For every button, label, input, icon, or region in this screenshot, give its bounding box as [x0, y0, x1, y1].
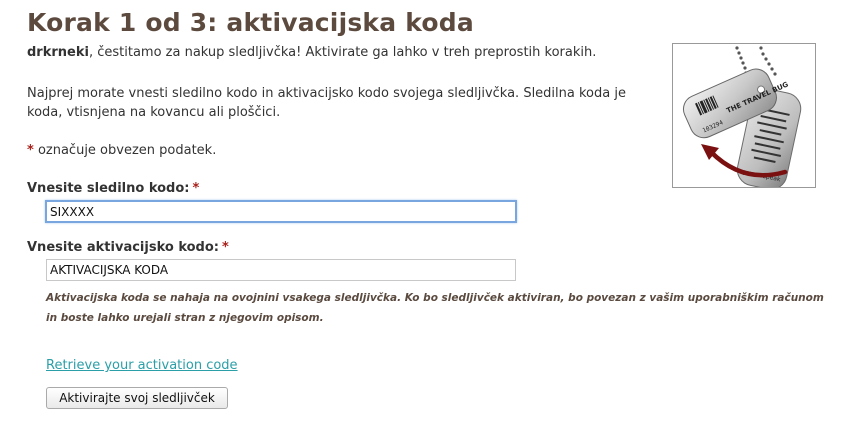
retrieve-activation-code-link[interactable]: Retrieve your activation code	[46, 358, 238, 373]
dog-tag-illustration: groundspeak THE TRAVEL BUG 103294	[682, 46, 802, 187]
activation-code-hint: Aktivacijska koda se nahaja na ovojnini …	[46, 292, 824, 324]
required-note: * označuje obvezen podatek.	[27, 143, 216, 158]
required-note-text: označuje obvezen podatek.	[33, 143, 217, 158]
tracking-code-label-text: Vnesite sledilno kodo:	[27, 181, 190, 196]
activation-code-label-text: Vnesite aktivacijsko kodo:	[27, 240, 219, 255]
username: drkrneki	[27, 45, 89, 60]
tracking-code-label: Vnesite sledilno kodo: *	[27, 181, 199, 196]
activate-trackable-button[interactable]: Aktivirajte svoj sledljivček	[46, 387, 228, 409]
activation-code-input[interactable]	[46, 259, 516, 281]
activation-code-label: Vnesite aktivacijsko kodo: *	[27, 240, 229, 255]
instructions-text: Najprej morate vnesti sledilno kodo in a…	[27, 86, 626, 120]
intro-message: , čestitamo za nakup sledljivčka! Aktivi…	[88, 45, 597, 60]
intro-text: drkrneki, čestitamo za nakup sledljivčka…	[27, 45, 596, 60]
page-title: Korak 1 od 3: aktivacijska koda	[27, 8, 474, 37]
trackable-tag-image: groundspeak THE TRAVEL BUG 103294	[672, 43, 816, 188]
tracking-code-input[interactable]	[45, 200, 517, 223]
required-star: *	[192, 181, 200, 196]
required-star: *	[222, 240, 229, 255]
required-star: *	[27, 143, 34, 158]
